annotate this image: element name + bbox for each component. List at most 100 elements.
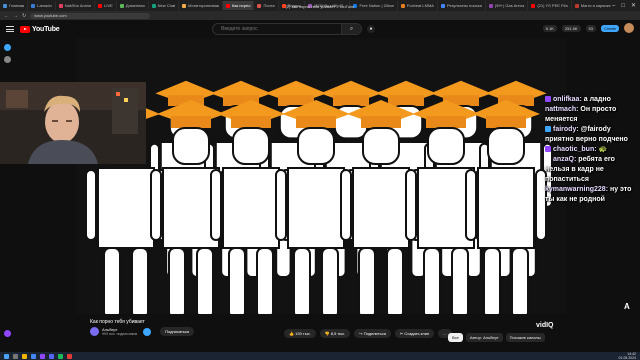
- minimize-icon[interactable]: –: [612, 3, 615, 9]
- youtube-header: YouTube ⌕ ● 5.1K 251.5K 93 Create: [0, 20, 640, 38]
- browser-tab[interactable]: Free Nation | Zillow: [350, 1, 398, 10]
- chat-username[interactable]: onlifkaa:: [553, 96, 584, 103]
- start-icon[interactable]: [4, 353, 9, 359]
- browser-tab[interactable]: Доменная: [117, 1, 149, 10]
- share-button[interactable]: ↪ Поделиться: [354, 329, 391, 338]
- maximize-icon[interactable]: □: [621, 3, 625, 9]
- clip-button[interactable]: ✂ Создать клип: [394, 329, 435, 338]
- vidiq-watermark: vidIQ: [536, 322, 554, 329]
- reload-icon[interactable]: ↻: [22, 13, 26, 19]
- tab-label: Мониторинговая: [188, 3, 219, 8]
- create-button[interactable]: Create: [600, 24, 619, 32]
- menu-icon[interactable]: [6, 26, 14, 32]
- chat-message: nattmach: Он просто меняется: [545, 105, 640, 125]
- dislike-button[interactable]: 👎 8,5 тыс.: [319, 329, 351, 338]
- system-clock: 14:42 01.05.2024: [618, 352, 636, 360]
- os-taskbar: 14:42 01.05.2024: [0, 352, 640, 360]
- sidebar-shorts-icon[interactable]: [4, 56, 11, 63]
- chat-badge-icon: [545, 96, 551, 103]
- like-button[interactable]: 👍 193 тыс.: [284, 329, 316, 338]
- header-stat-3[interactable]: 93: [585, 24, 596, 32]
- overlay-letter-a: A: [624, 302, 630, 311]
- browser-tab[interactable]: Foxbeat LMMA: [398, 1, 438, 10]
- subscribe-button[interactable]: Подписаться: [160, 327, 195, 336]
- chat-message: anzaQ: ребята его нельзя в кадр не попас…: [545, 155, 640, 185]
- browser-tab[interactable]: Результаты поиска: [438, 1, 486, 10]
- browser-tab[interactable]: Почта: [254, 1, 279, 10]
- taskbar-search-icon[interactable]: [13, 353, 18, 359]
- browser-tab[interactable]: NakShu Anime: [56, 1, 96, 10]
- chat-message: fairody: @fairody приятно верно подчено: [545, 125, 640, 145]
- youtube-logo-text: YouTube: [32, 25, 60, 33]
- voice-search-button[interactable]: ●: [367, 25, 375, 33]
- browser-tab[interactable]: Яндекс: [279, 1, 305, 10]
- file-explorer-icon[interactable]: [22, 353, 27, 359]
- youtube-logo[interactable]: YouTube: [20, 25, 60, 33]
- tab-favicon-icon: [400, 3, 405, 8]
- tab-favicon-icon: [182, 3, 187, 8]
- tab-favicon-icon: [3, 3, 7, 8]
- header-right: 5.1K 251.5K 93 Create: [542, 23, 634, 33]
- notification-bell-icon[interactable]: [143, 327, 152, 336]
- address-bar[interactable]: www.youtube.com: [30, 12, 151, 19]
- header-stat-2[interactable]: 251.5K: [561, 24, 581, 32]
- chat-message: kymanwarning228: ну это ты как не родной: [545, 185, 640, 205]
- dislike-count: 8,5 тыс.: [330, 331, 346, 336]
- chat-message: onlifkaa: а ладно: [545, 95, 640, 105]
- chat-username[interactable]: anzaQ:: [553, 156, 578, 163]
- sidebar-home-icon[interactable]: [4, 44, 11, 51]
- tab-label: Free Nation | Zillow: [359, 3, 394, 8]
- chat-badge-icon: [545, 146, 551, 153]
- close-icon[interactable]: ✕: [631, 2, 636, 9]
- tab-favicon-icon: [119, 3, 124, 8]
- tab-label: Главная: [9, 3, 25, 8]
- browser-tab[interactable]: Главная: [0, 1, 29, 10]
- discord-taskbar-icon[interactable]: [49, 353, 54, 359]
- spotify-taskbar-icon[interactable]: [58, 353, 63, 359]
- chat-text: 🐢: [598, 146, 608, 153]
- tab-favicon-icon: [440, 3, 445, 8]
- chat-message: chaotic_bun: 🐢: [545, 145, 640, 155]
- chat-username[interactable]: chaotic_bun:: [553, 146, 599, 153]
- chat-username[interactable]: fairody:: [553, 126, 581, 133]
- obs-taskbar-icon[interactable]: [67, 353, 72, 359]
- chip-all[interactable]: Все: [448, 333, 463, 342]
- chip-author[interactable]: Автор: Альберт: [465, 333, 503, 342]
- streamer-webcam: [0, 82, 146, 164]
- tab-label: New Chat: [157, 3, 176, 8]
- video-player[interactable]: [76, 38, 566, 314]
- forward-icon[interactable]: →: [13, 13, 18, 19]
- account-avatar[interactable]: [624, 23, 634, 33]
- browser-tab-bar: Главная Lamado NakShu Anime LIVE Доменная New…: [0, 0, 640, 11]
- chat-username[interactable]: nattmach:: [545, 106, 580, 113]
- browser-tab[interactable]: Магги и караоке: [572, 1, 615, 10]
- search-input[interactable]: [213, 26, 341, 32]
- twitch-taskbar-icon[interactable]: [40, 353, 45, 359]
- search-icon: ⌕: [349, 25, 354, 32]
- tab-favicon-icon: [151, 3, 156, 8]
- back-icon[interactable]: ←: [4, 13, 9, 19]
- sidebar-twitch-icon[interactable]: [4, 330, 11, 337]
- browser-tab[interactable]: Lamado: [28, 1, 56, 10]
- browser-tab[interactable]: (21) YS PEE Fifa: [528, 1, 572, 10]
- tab-label: LIVE: [104, 3, 113, 8]
- tab-favicon-icon: [281, 3, 286, 8]
- tab-label: Магги и караоке: [580, 3, 611, 8]
- browser-tab[interactable]: LIVE: [95, 1, 117, 10]
- browser-tab[interactable]: (99+) Gas Arena: [486, 1, 529, 10]
- channel-avatar[interactable]: [90, 327, 99, 336]
- chip-related[interactable]: Похожие каналы: [505, 333, 545, 342]
- like-count: 193 тыс.: [295, 331, 311, 336]
- chat-username[interactable]: kymanwarning228:: [545, 186, 610, 193]
- header-stat-1[interactable]: 5.1K: [542, 24, 557, 32]
- browser-tab[interactable]: Как порно: [222, 1, 255, 10]
- browser-taskbar-icon[interactable]: [31, 353, 36, 359]
- search-button[interactable]: ⌕: [341, 24, 361, 34]
- window-controls: – □ ✕: [612, 0, 640, 11]
- browser-tab[interactable]: (628) Buzzfilly R...: [305, 1, 351, 10]
- browser-tab[interactable]: New Chat: [149, 1, 180, 10]
- browser-tab[interactable]: Мониторинговая: [179, 1, 223, 10]
- tab-favicon-icon: [531, 3, 536, 8]
- chat-badge-icon: [545, 126, 551, 133]
- tab-favicon-icon: [225, 3, 230, 8]
